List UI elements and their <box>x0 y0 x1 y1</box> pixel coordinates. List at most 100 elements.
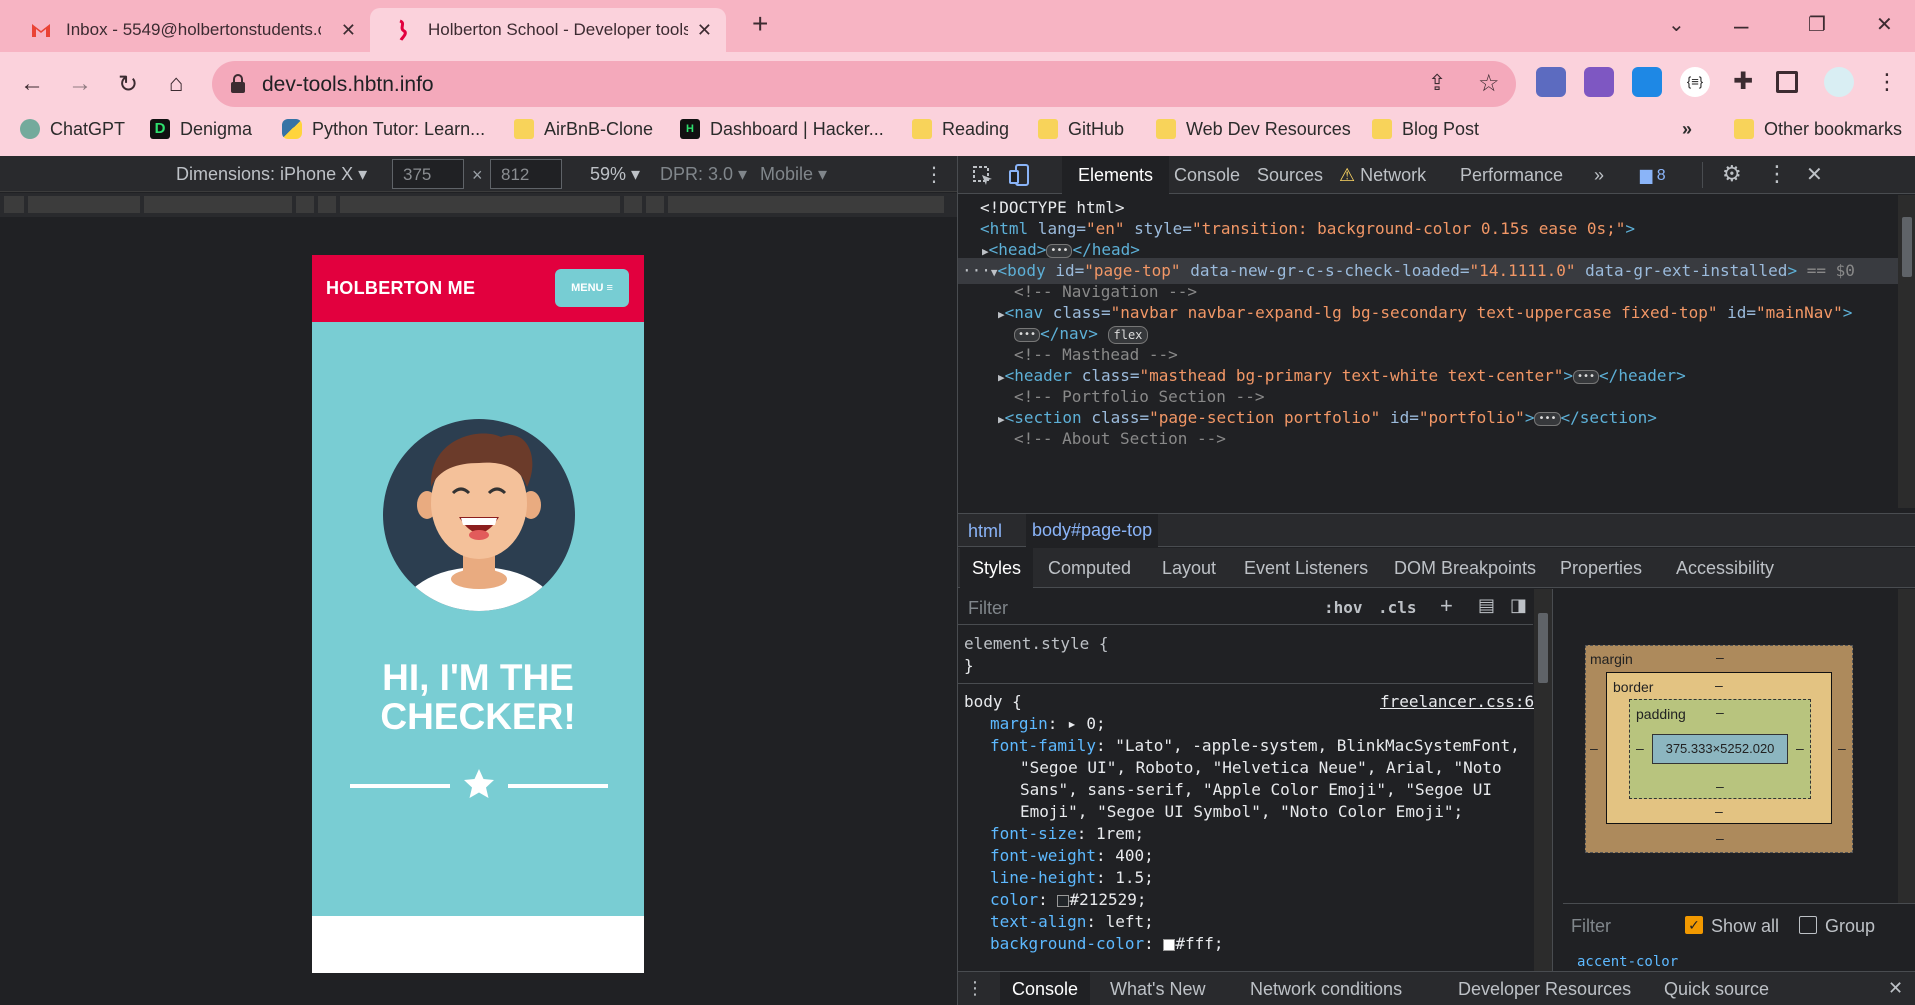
node-actions-icon[interactable]: ··· <box>962 261 991 280</box>
bookmark-hackerrank[interactable]: H Dashboard | Hacker... <box>680 114 884 144</box>
computed-filter-input[interactable]: Filter <box>1571 916 1611 937</box>
declaration[interactable]: color: #212529; <box>990 889 1147 911</box>
new-tab-icon[interactable]: + <box>752 8 768 40</box>
subtab-event-listeners[interactable]: Event Listeners <box>1232 548 1380 588</box>
declaration[interactable]: background-color: #fff; <box>990 933 1224 955</box>
declaration[interactable]: margin: ▸ 0; <box>990 713 1106 735</box>
tab-performance[interactable]: Performance <box>1444 156 1579 194</box>
width-input[interactable]: 375 <box>392 159 464 189</box>
declaration[interactable]: line-height: 1.5; <box>990 867 1154 889</box>
rule-source-link[interactable]: freelancer.css:61 <box>1380 691 1544 713</box>
extension-icon[interactable] <box>1536 67 1566 97</box>
group-checkbox[interactable] <box>1799 916 1817 934</box>
collapse-triangle-icon[interactable]: ▼ <box>991 266 998 279</box>
media-query-segment[interactable] <box>4 196 24 213</box>
expand-triangle-icon[interactable]: ▶ <box>998 413 1005 426</box>
cls-toggle[interactable]: .cls <box>1378 598 1417 617</box>
subtab-properties[interactable]: Properties <box>1548 548 1654 588</box>
close-tab-icon[interactable]: ✕ <box>341 20 356 41</box>
settings-gear-icon[interactable]: ⚙ <box>1722 161 1742 187</box>
rule-selector[interactable]: body { <box>964 691 1022 713</box>
subtab-accessibility[interactable]: Accessibility <box>1664 548 1786 588</box>
breadcrumb-body[interactable]: body#page-top <box>1026 514 1159 547</box>
bookmark-github[interactable]: GitHub <box>1038 114 1124 144</box>
close-tab-icon[interactable]: ✕ <box>697 20 712 41</box>
bookmark-python-tutor[interactable]: Python Tutor: Learn... <box>282 114 485 144</box>
minimize-icon[interactable]: – <box>1734 10 1748 41</box>
nfc-extension-icon[interactable] <box>1632 67 1662 97</box>
back-icon[interactable]: ← <box>12 64 52 104</box>
bookmark-airbnb-clone[interactable]: AirBnB-Clone <box>514 114 653 144</box>
declaration[interactable]: font-family: "Lato", -apple-system, Blin… <box>990 735 1520 757</box>
drawer-tab-network-conditions[interactable]: Network conditions <box>1238 972 1414 1005</box>
declaration[interactable]: font-weight: 400; <box>990 845 1154 867</box>
dom-comment[interactable]: <!-- About Section --> <box>1014 426 1226 452</box>
close-devtools-icon[interactable]: ✕ <box>1806 162 1823 187</box>
address-bar[interactable]: dev-tools.hbtn.info ⇪ ☆ <box>212 61 1516 107</box>
border-box[interactable]: border – – padding – – – – 375.333×5252.… <box>1606 672 1832 824</box>
device-toggle-icon[interactable] <box>1008 163 1032 187</box>
show-all-checkbox[interactable]: ✓ <box>1685 916 1703 934</box>
extensions-puzzle-icon[interactable]: ✚ <box>1728 67 1758 97</box>
home-icon[interactable]: ⌂ <box>156 64 196 104</box>
drawer-tab-console[interactable]: Console <box>1000 972 1091 1005</box>
declaration[interactable]: text-align: left; <box>990 911 1154 933</box>
drawer-tab-quick-source[interactable]: Quick source <box>1652 972 1781 1005</box>
computed-property-peek[interactable]: accent-color <box>1577 954 1678 968</box>
box-model-scrollbar[interactable] <box>1898 589 1915 903</box>
scroll-thumb[interactable] <box>1538 613 1548 683</box>
paint-roller-icon[interactable]: ▤ <box>1478 595 1495 616</box>
close-window-icon[interactable]: ✕ <box>1876 12 1893 37</box>
collapsed-ellipsis[interactable]: ••• <box>1572 369 1600 384</box>
drawer-tab-whats-new[interactable]: What's New <box>1098 972 1217 1005</box>
expand-triangle-icon[interactable]: ▶ <box>998 308 1005 321</box>
tab-holberton[interactable]: Holberton School - Developer tools ✕ <box>370 8 726 52</box>
more-tabs-icon[interactable]: » <box>1578 156 1620 194</box>
bookmark-star-icon[interactable]: ☆ <box>1478 69 1500 98</box>
reload-icon[interactable]: ↻ <box>108 64 148 104</box>
drawer-tab-developer-resources[interactable]: Developer Resources <box>1446 972 1643 1005</box>
collapsed-ellipsis[interactable]: ••• <box>1534 411 1561 426</box>
json-extension-icon[interactable]: {≡} <box>1680 67 1710 97</box>
media-query-bar[interactable] <box>0 193 957 217</box>
inspect-element-icon[interactable] <box>972 165 994 187</box>
media-query-segment[interactable] <box>668 196 944 213</box>
new-style-rule-icon[interactable]: + <box>1440 593 1453 619</box>
subtab-layout[interactable]: Layout <box>1150 548 1228 588</box>
forward-icon[interactable]: → <box>60 64 100 104</box>
restore-icon[interactable]: ❐ <box>1808 12 1826 37</box>
media-query-segment[interactable] <box>340 196 620 213</box>
bookmark-web-dev-resources[interactable]: Web Dev Resources <box>1156 114 1351 144</box>
media-query-segment[interactable] <box>296 196 314 213</box>
media-query-segment[interactable] <box>28 196 140 213</box>
collapsed-ellipsis[interactable]: ••• <box>1014 327 1041 342</box>
color-swatch[interactable] <box>1057 894 1070 907</box>
close-drawer-icon[interactable]: ✕ <box>1888 978 1903 999</box>
styles-filter-input[interactable]: Filter <box>968 598 1008 619</box>
dom-scrollbar[interactable] <box>1898 195 1915 508</box>
padding-box[interactable]: padding – – – – 375.333×5252.020 <box>1629 699 1811 799</box>
media-query-segment[interactable] <box>144 196 292 213</box>
tab-gmail[interactable]: Inbox - 5549@holbertonstudents.com ✕ <box>0 8 370 52</box>
tab-elements[interactable]: Elements <box>1062 156 1170 194</box>
media-query-segment[interactable] <box>318 196 336 213</box>
color-swatch[interactable] <box>1163 938 1176 951</box>
other-bookmarks[interactable]: Other bookmarks <box>1734 114 1902 144</box>
bookmark-blog-post[interactable]: Blog Post <box>1372 114 1479 144</box>
subtab-dom-breakpoints[interactable]: DOM Breakpoints <box>1382 548 1548 588</box>
media-query-segment[interactable] <box>624 196 642 213</box>
menu-button[interactable]: MENU ≡ <box>555 269 629 307</box>
collapsed-ellipsis[interactable]: ••• <box>1046 243 1073 258</box>
side-panel-icon[interactable] <box>1776 71 1798 93</box>
subtab-styles[interactable]: Styles <box>960 548 1034 588</box>
declaration[interactable]: font-size: 1rem; <box>990 823 1144 845</box>
reader-extension-icon[interactable] <box>1584 67 1614 97</box>
margin-box[interactable]: margin – – – – border – – padding – – – … <box>1585 645 1853 853</box>
hov-toggle[interactable]: :hov <box>1324 598 1363 617</box>
expand-triangle-icon[interactable]: ▶ <box>998 371 1005 384</box>
toggle-sidebar-icon[interactable]: ◨ <box>1510 595 1527 616</box>
dimensions-select[interactable]: Dimensions: iPhone X ▾ <box>176 164 367 185</box>
zoom-select[interactable]: 59% ▾ <box>590 164 640 185</box>
site-brand[interactable]: HOLBERTON ME <box>326 278 475 299</box>
bookmark-denigma[interactable]: D Denigma <box>150 114 252 144</box>
